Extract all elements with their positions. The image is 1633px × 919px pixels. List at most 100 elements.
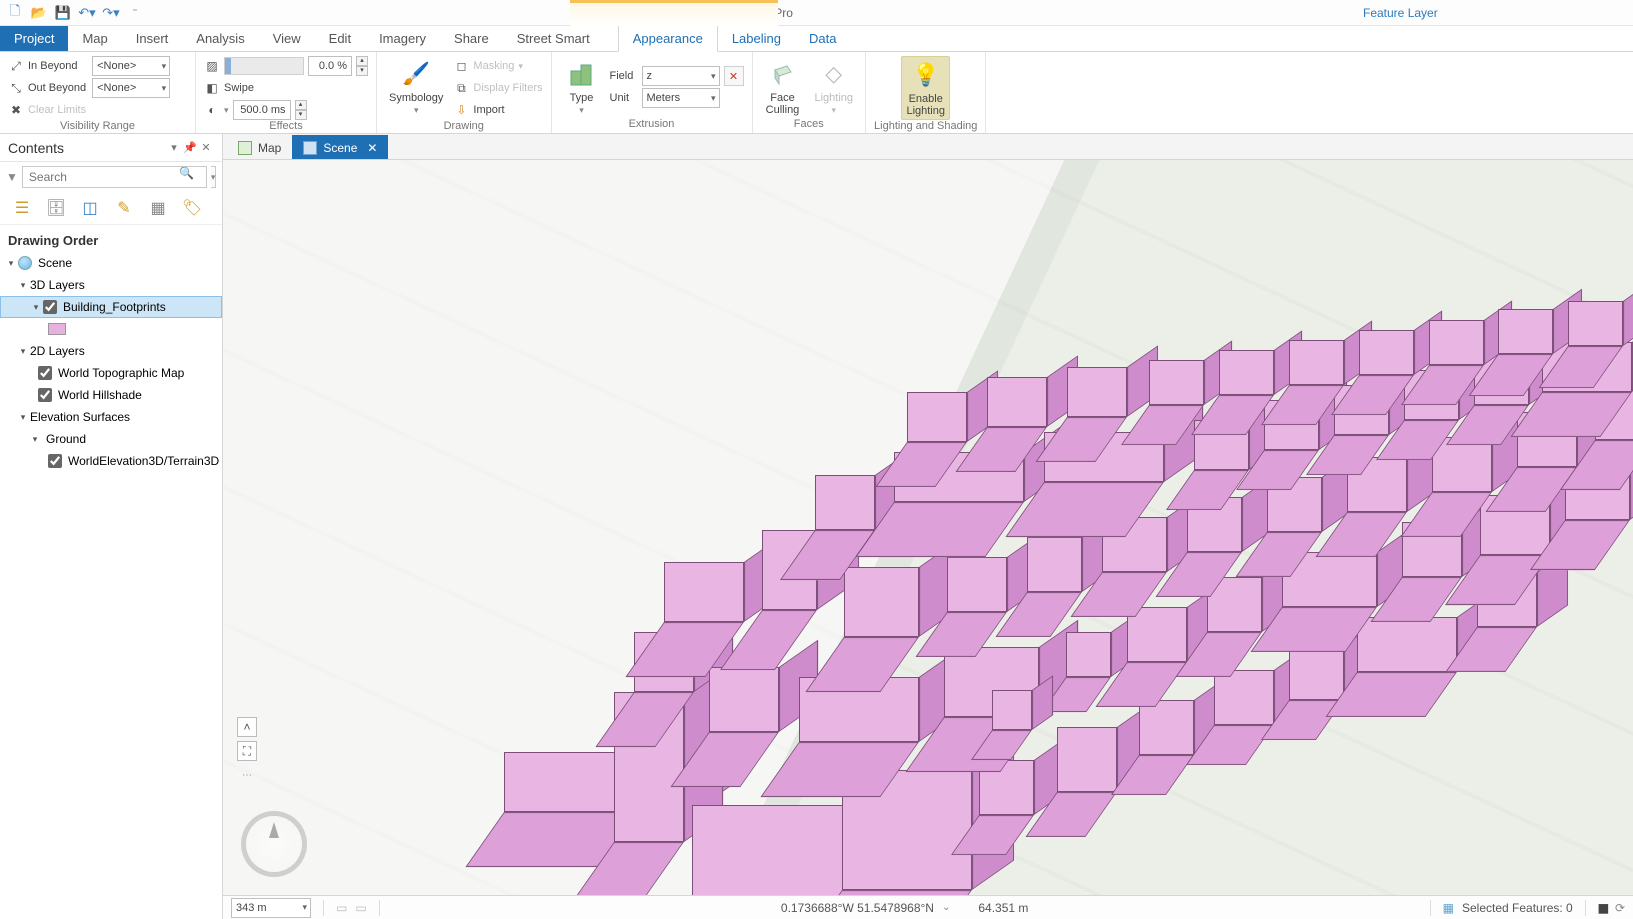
tab-data[interactable]: Data [795, 26, 850, 51]
contents-header: Contents ▾ 📌 ✕ [0, 134, 222, 162]
swipe-label[interactable]: Swipe [224, 82, 254, 94]
list-by-drawing-order-icon[interactable]: ☰ [12, 198, 32, 218]
flicker-value[interactable]: 500.0 ms [233, 100, 291, 120]
status-bar: 343 m ▭ ▭ 0.1736688°W 51.5478968°N ⌄ 64.… [223, 895, 1633, 919]
tree-scene[interactable]: ▾ Scene [0, 252, 222, 274]
list-by-snapping-icon[interactable]: ▦ [148, 198, 168, 218]
flicker-dd-icon[interactable]: ▾ [224, 105, 229, 116]
building [987, 377, 1047, 427]
building-footprints-checkbox[interactable] [43, 300, 57, 314]
transparency-value[interactable]: 0.0 % [308, 56, 352, 76]
view-tab-scene[interactable]: Scene ✕ [292, 135, 388, 159]
building [1027, 537, 1082, 592]
face-culling-button[interactable]: Face Culling [761, 56, 805, 118]
compass-needle-icon [269, 822, 279, 838]
world-elevation-checkbox[interactable] [48, 454, 62, 468]
undo-icon[interactable]: ↶▾ [78, 4, 96, 22]
search-input[interactable] [22, 166, 207, 188]
tree-3d-layers[interactable]: ▾3D Layers [0, 274, 222, 296]
tab-appearance[interactable]: Appearance [618, 25, 718, 52]
scale-combo[interactable]: 343 m [231, 898, 311, 918]
close-tab-icon[interactable]: ✕ [367, 141, 377, 155]
tree-world-elevation[interactable]: WorldElevation3D/Terrain3D [0, 450, 222, 472]
flicker-icon[interactable]: ◐ [204, 102, 220, 118]
pane-menu-icon[interactable]: ▾ [166, 141, 182, 154]
selected-features-icon[interactable]: ▦ [1443, 901, 1454, 915]
extrusion-type-button[interactable]: Type ▾ [560, 56, 604, 118]
tab-labeling[interactable]: Labeling [718, 26, 795, 51]
constraint-icon-1[interactable]: ▭ [336, 901, 347, 915]
in-beyond-combo[interactable]: <None> [92, 56, 170, 76]
context-tab-title: Feature Layer [1233, 6, 1633, 20]
close-icon[interactable]: ✕ [198, 141, 214, 154]
tab-share[interactable]: Share [440, 26, 503, 51]
lighting-button: ◇ Lighting ▾ [811, 56, 858, 118]
scene-view[interactable]: ˄ ⛶ ⋯ [223, 160, 1633, 895]
filter-icon[interactable]: ▼ [6, 170, 18, 184]
tree-2d-layers[interactable]: ▾2D Layers [0, 340, 222, 362]
tab-view[interactable]: View [259, 26, 315, 51]
list-by-source-icon[interactable]: 🗄 [46, 198, 66, 218]
view-tab-map[interactable]: Map [227, 135, 292, 159]
open-project-icon[interactable]: 📂 [30, 4, 48, 22]
nav-up-icon[interactable]: ˄ [237, 717, 257, 737]
tab-imagery[interactable]: Imagery [365, 26, 440, 51]
list-by-selection-icon[interactable]: ◫ [80, 198, 100, 218]
list-by-labeling-icon[interactable]: 🏷 [182, 198, 202, 218]
coord-dropdown-icon[interactable]: ⌄ [942, 902, 950, 913]
enable-lighting-button[interactable]: 💡 Enable Lighting [901, 56, 950, 120]
new-project-icon[interactable]: 🗋 [6, 4, 24, 22]
nav-full-icon[interactable]: ⛶ [237, 741, 257, 761]
buildings-layer [223, 160, 1633, 895]
tree-world-hillshade[interactable]: World Hillshade [0, 384, 222, 406]
tab-edit[interactable]: Edit [315, 26, 365, 51]
nav-handle-icon[interactable]: ⋯ [237, 765, 257, 785]
compass[interactable] [241, 811, 307, 877]
refresh-icon[interactable]: ⟳ [1615, 901, 1625, 915]
in-beyond-icon: ⤢ [8, 58, 24, 74]
ribbon-group-faces: Face Culling ◇ Lighting ▾ Faces [753, 52, 867, 133]
search-options-icon[interactable]: ▾ [211, 166, 217, 188]
out-beyond-combo[interactable]: <None> [92, 78, 170, 98]
tab-insert[interactable]: Insert [122, 26, 183, 51]
tab-street-smart[interactable]: Street Smart [503, 26, 604, 51]
world-topo-checkbox[interactable] [38, 366, 52, 380]
clear-limits-icon: ✖ [8, 102, 24, 118]
coordinates: 0.1736688°W 51.5478968°N [781, 901, 934, 915]
tab-map[interactable]: Map [68, 26, 121, 51]
building [1359, 330, 1414, 375]
tree-world-topo[interactable]: World Topographic Map [0, 362, 222, 384]
transparency-slider[interactable] [224, 57, 304, 75]
pause-drawing-icon[interactable]: ▮▮ [1598, 901, 1607, 915]
import-icon[interactable]: ⇩ [453, 102, 469, 118]
layers3d-label: 3D Layers [30, 278, 85, 292]
tree-ground[interactable]: ▾Ground [0, 428, 222, 450]
import-label[interactable]: Import [473, 104, 504, 116]
save-project-icon[interactable]: 💾 [54, 4, 72, 22]
autohide-icon[interactable]: 📌 [182, 141, 198, 154]
swipe-icon[interactable]: ◧ [204, 80, 220, 96]
tree-building-footprints[interactable]: ▾ Building_Footprints [0, 296, 222, 318]
transparency-icon[interactable]: ▨ [204, 58, 220, 74]
world-hillshade-checkbox[interactable] [38, 388, 52, 402]
tab-analysis[interactable]: Analysis [182, 26, 258, 51]
symbology-button[interactable]: 🖌️ Symbology ▾ [385, 56, 447, 118]
building [1357, 617, 1457, 672]
tab-project[interactable]: Project [0, 26, 68, 51]
redo-icon[interactable]: ↷▾ [102, 4, 120, 22]
contents-toolbar: ☰ 🗄 ◫ ✎ ▦ 🏷 [0, 192, 222, 225]
ribbon-group-drawing: 🖌️ Symbology ▾ ◻Masking ▾ ⧉Display Filte… [377, 52, 552, 133]
building [1289, 340, 1344, 385]
qat-customize-icon[interactable]: ⁼ [126, 4, 144, 22]
unit-combo[interactable]: Meters [642, 88, 720, 108]
field-combo[interactable]: z [642, 66, 720, 86]
building [1057, 727, 1117, 792]
transparency-spinner[interactable]: ▴▾ [356, 56, 368, 76]
building [947, 557, 1007, 612]
expression-button[interactable]: ✕ [724, 66, 744, 86]
list-by-editing-icon[interactable]: ✎ [114, 198, 134, 218]
tree-elevation-surfaces[interactable]: ▾Elevation Surfaces [0, 406, 222, 428]
constraint-icon-2[interactable]: ▭ [355, 901, 366, 915]
flicker-spinner[interactable]: ▴▾ [295, 100, 307, 120]
ribbon-group-effects: ▨ 0.0 % ▴▾ ◧Swipe ◐ ▾ 500.0 ms ▴▾ Effect… [196, 52, 377, 133]
